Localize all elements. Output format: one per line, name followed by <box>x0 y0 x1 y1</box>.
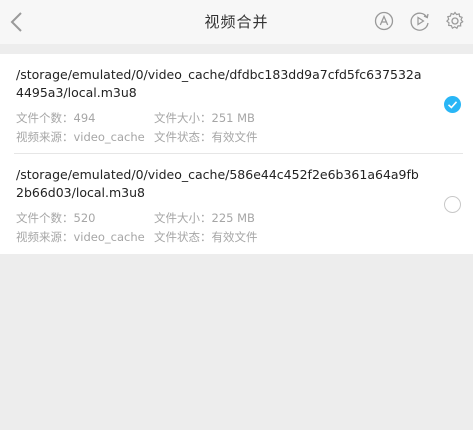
file-state: 文件状态：有效文件 <box>154 230 258 244</box>
auto-button[interactable] <box>373 10 395 32</box>
file-size: 文件大小：251 MB <box>154 111 255 125</box>
file-count: 文件个数：494 <box>16 111 96 125</box>
check-icon <box>447 101 458 109</box>
unselected-checkbox[interactable] <box>444 196 461 213</box>
file-state: 文件状态：有效文件 <box>154 130 258 144</box>
file-path: /storage/emulated/0/video_cache/586e44c4… <box>16 167 419 200</box>
auto-icon <box>374 11 394 31</box>
video-source: 视频来源：video_cache <box>16 230 145 244</box>
play-button[interactable] <box>409 10 431 32</box>
video-source: 视频来源：video_cache <box>16 130 145 144</box>
file-path: /storage/emulated/0/video_cache/dfdbc183… <box>16 67 422 100</box>
settings-button[interactable] <box>444 10 466 32</box>
top-bar: 视频合并 <box>0 0 473 44</box>
file-count: 文件个数：520 <box>16 211 96 225</box>
file-size: 文件大小：225 MB <box>154 211 255 225</box>
settings-icon <box>446 11 464 30</box>
page-title: 视频合并 <box>204 13 269 31</box>
play-icon <box>410 12 429 31</box>
selected-checkbox[interactable] <box>444 96 461 113</box>
list-item[interactable]: /storage/emulated/0/video_cache/586e44c4… <box>0 154 473 254</box>
list-item[interactable]: /storage/emulated/0/video_cache/dfdbc183… <box>0 54 473 154</box>
video-cache-list: /storage/emulated/0/video_cache/dfdbc183… <box>0 54 473 254</box>
